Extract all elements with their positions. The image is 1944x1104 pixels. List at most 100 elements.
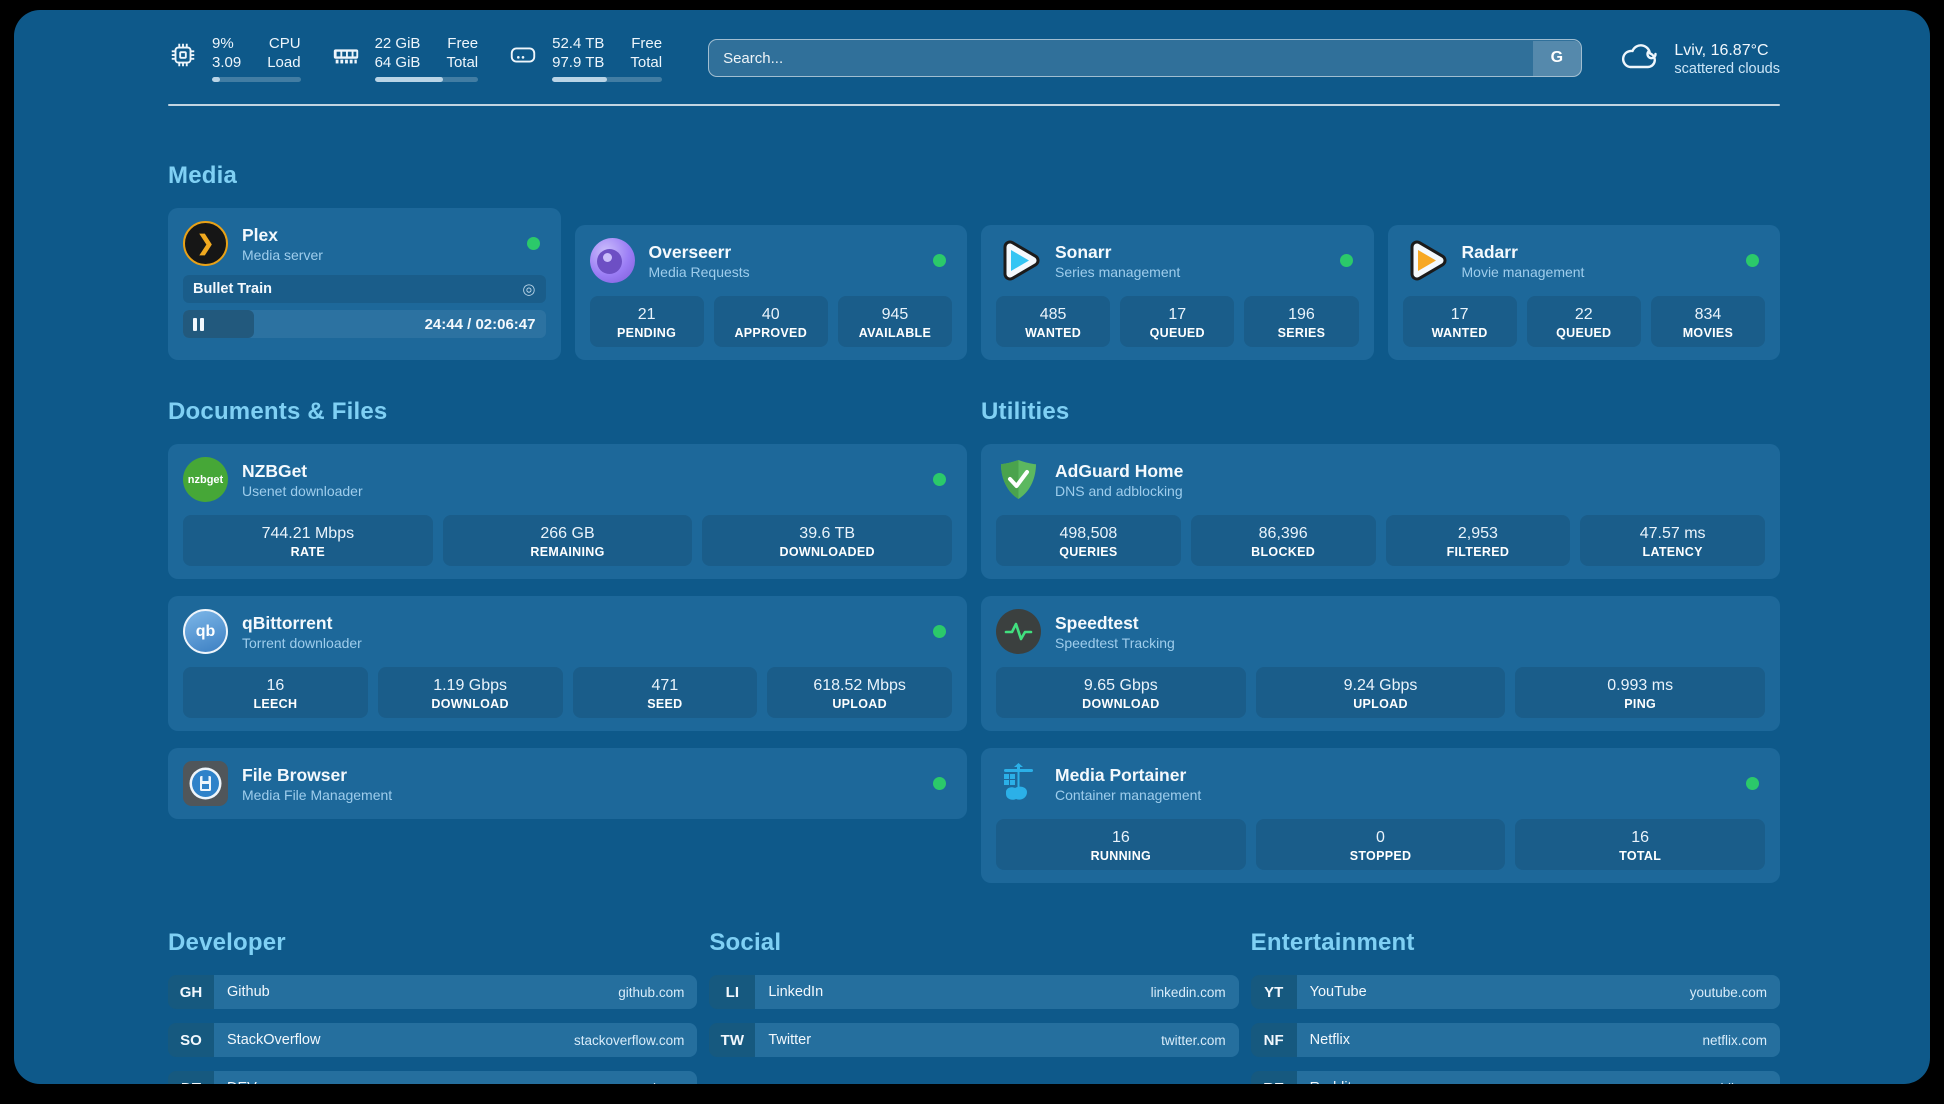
stat-pending: 21 PENDING	[590, 296, 704, 347]
link-url: netflix.com	[1702, 1033, 1767, 1048]
link-name: Reddit	[1310, 1080, 1352, 1084]
disk-total-label: Total	[630, 53, 662, 72]
stat-download: 1.19 Gbps DOWNLOAD	[378, 667, 563, 718]
sonarr-icon	[996, 238, 1041, 283]
link-name: DEV	[227, 1080, 257, 1084]
card-subtitle: Series management	[1055, 263, 1340, 281]
card-portainer[interactable]: Media Portainer Container management 16 …	[981, 748, 1780, 883]
playback-time: 24:44 / 02:06:47	[425, 316, 536, 333]
pause-icon[interactable]	[193, 318, 207, 331]
stat-queued: 17 QUEUED	[1120, 296, 1234, 347]
link-group-social: Social LI LinkedIn linkedin.com TW Twitt…	[709, 929, 1238, 1084]
overseerr-icon	[590, 238, 635, 283]
ram-free-value: 22 GiB	[375, 34, 421, 53]
stat-approved: 40 APPROVED	[714, 296, 828, 347]
search-input[interactable]	[708, 39, 1582, 77]
link-linkedin[interactable]: LI LinkedIn linkedin.com	[709, 975, 1238, 1009]
stat-queued: 22 QUEUED	[1527, 296, 1641, 347]
section-title-media: Media	[168, 162, 1780, 190]
card-subtitle: Media Requests	[649, 263, 934, 281]
header-divider	[168, 104, 1780, 106]
stat-leech: 16 LEECH	[183, 667, 368, 718]
stat-remaining: 266 GB REMAINING	[443, 515, 693, 566]
card-sonarr[interactable]: Sonarr Series management 485 WANTED 17 Q…	[981, 225, 1374, 360]
stat-download: 9.65 Gbps DOWNLOAD	[996, 667, 1246, 718]
link-url: github.com	[618, 985, 684, 1000]
stat-movies: 834 MOVIES	[1651, 296, 1765, 347]
link-netflix[interactable]: NF Netflix netflix.com	[1251, 1023, 1780, 1057]
playback-progress-bar[interactable]: 24:44 / 02:06:47	[183, 310, 546, 338]
disk-progress-bar	[552, 77, 662, 82]
stat-available: 945 AVAILABLE	[838, 296, 952, 347]
card-title: Plex	[242, 224, 527, 246]
section-title-documents: Documents & Files	[168, 398, 967, 426]
section-title-entertainment: Entertainment	[1251, 929, 1780, 957]
card-radarr[interactable]: Radarr Movie management 17 WANTED 22 QUE…	[1388, 225, 1781, 360]
stat-latency: 47.57 ms LATENCY	[1580, 515, 1765, 566]
cpu-load-label: Load	[267, 53, 300, 72]
status-dot	[933, 625, 946, 638]
card-title: NZBGet	[242, 460, 933, 482]
stat-total: 16 TOTAL	[1515, 819, 1765, 870]
status-dot	[527, 237, 540, 250]
card-filebrowser[interactable]: File Browser Media File Management	[168, 748, 967, 819]
card-overseerr[interactable]: Overseerr Media Requests 21 PENDING 40 A…	[575, 225, 968, 360]
stat-upload: 9.24 Gbps UPLOAD	[1256, 667, 1506, 718]
stat-seed: 471 SEED	[573, 667, 758, 718]
link-dev[interactable]: DT DEV dev.to	[168, 1071, 697, 1084]
stat-downloaded: 39.6 TB DOWNLOADED	[702, 515, 952, 566]
disk-total-value: 97.9 TB	[552, 53, 604, 72]
cpu-icon	[168, 40, 198, 70]
link-reddit[interactable]: RE Reddit reddit.com	[1251, 1071, 1780, 1084]
documents-column: Documents & Files nzbget NZBGet Usenet d…	[168, 398, 967, 883]
camera-icon[interactable]: ◎	[522, 282, 535, 297]
disk-icon	[508, 40, 538, 70]
disk-free-label: Free	[630, 34, 662, 53]
card-plex[interactable]: ❯ Plex Media server Bullet Train ◎ 24:44…	[168, 208, 561, 360]
status-dot	[1340, 254, 1353, 267]
radarr-icon	[1403, 238, 1448, 283]
link-twitter[interactable]: TW Twitter twitter.com	[709, 1023, 1238, 1057]
cpu-stat-group: 9% 3.09 CPU Load	[168, 34, 301, 82]
search-engine-button[interactable]: G	[1533, 41, 1581, 76]
link-abbr: DT	[168, 1071, 214, 1084]
filebrowser-icon	[183, 761, 228, 806]
card-subtitle: Media server	[242, 246, 527, 264]
dashboard-page: 9% 3.09 CPU Load	[14, 10, 1930, 1084]
weather-widget[interactable]: Lviv, 16.87°C scattered clouds	[1620, 39, 1780, 78]
link-url: reddit.com	[1704, 1081, 1767, 1085]
stat-filtered: 2,953 FILTERED	[1386, 515, 1571, 566]
ram-progress-bar	[375, 77, 479, 82]
card-qbittorrent[interactable]: qb qBittorrent Torrent downloader 16 LEE…	[168, 596, 967, 731]
link-abbr: GH	[168, 975, 214, 1009]
card-adguard[interactable]: AdGuard Home DNS and adblocking 498,508 …	[981, 444, 1780, 579]
weather-condition: scattered clouds	[1674, 61, 1780, 77]
card-title: Media Portainer	[1055, 764, 1746, 786]
link-url: dev.to	[649, 1081, 685, 1085]
stat-upload: 618.52 Mbps UPLOAD	[767, 667, 952, 718]
cloud-icon	[1620, 39, 1662, 78]
link-github[interactable]: GH Github github.com	[168, 975, 697, 1009]
card-nzbget[interactable]: nzbget NZBGet Usenet downloader 744.21 M…	[168, 444, 967, 579]
now-playing-row: Bullet Train ◎	[183, 275, 546, 303]
card-title: Radarr	[1462, 241, 1747, 263]
top-bar: 9% 3.09 CPU Load	[168, 34, 1780, 82]
card-title: File Browser	[242, 764, 933, 786]
link-stackoverflow[interactable]: SO StackOverflow stackoverflow.com	[168, 1023, 697, 1057]
weather-location-temp: Lviv, 16.87°C	[1674, 40, 1780, 61]
card-speedtest[interactable]: Speedtest Speedtest Tracking 9.65 Gbps D…	[981, 596, 1780, 731]
card-subtitle: DNS and adblocking	[1055, 482, 1765, 500]
speedtest-icon	[996, 609, 1041, 654]
link-name: Twitter	[768, 1032, 811, 1048]
link-youtube[interactable]: YT YouTube youtube.com	[1251, 975, 1780, 1009]
link-abbr: NF	[1251, 1023, 1297, 1057]
link-name: YouTube	[1310, 984, 1367, 1000]
portainer-icon	[996, 761, 1041, 806]
link-abbr: TW	[709, 1023, 755, 1057]
stat-blocked: 86,396 BLOCKED	[1191, 515, 1376, 566]
search-container: G	[708, 39, 1582, 77]
status-dot	[933, 777, 946, 790]
card-subtitle: Container management	[1055, 786, 1746, 804]
card-subtitle: Speedtest Tracking	[1055, 634, 1765, 652]
stat-wanted: 485 WANTED	[996, 296, 1110, 347]
